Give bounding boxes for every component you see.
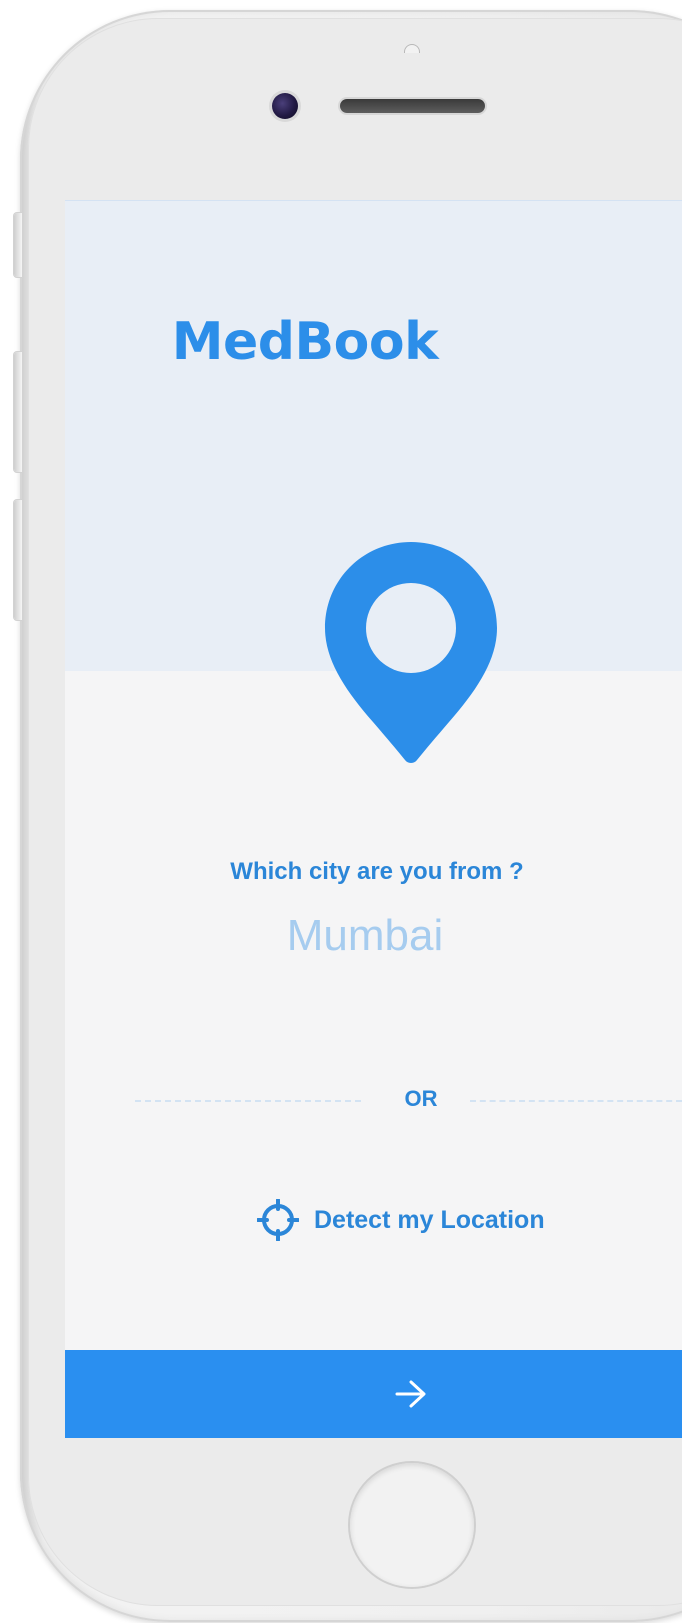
volume-down-button — [14, 500, 22, 620]
divider-left — [135, 1100, 361, 1102]
detect-location-label: Detect my Location — [314, 1205, 545, 1234]
detect-location-button[interactable]: Detect my Location — [257, 1198, 545, 1242]
home-button[interactable] — [350, 1463, 474, 1587]
front-camera — [272, 93, 298, 119]
app-screen: MedBook Which city are you from ? OR Det… — [65, 200, 682, 1438]
volume-up-button — [14, 352, 22, 472]
mute-switch — [14, 213, 22, 277]
proximity-sensor — [404, 44, 420, 53]
arrow-right-icon — [395, 1380, 426, 1408]
next-button[interactable] — [65, 1350, 682, 1438]
device-frame: MedBook Which city are you from ? OR Det… — [0, 0, 682, 1623]
app-title: MedBook — [171, 312, 439, 372]
map-pin-icon — [325, 542, 497, 763]
earpiece-speaker — [340, 99, 485, 113]
divider-right — [470, 1100, 682, 1102]
city-question: Which city are you from ? — [230, 858, 524, 885]
or-label: OR — [404, 1086, 438, 1111]
crosshair-icon — [257, 1199, 299, 1241]
city-input[interactable] — [245, 906, 485, 966]
